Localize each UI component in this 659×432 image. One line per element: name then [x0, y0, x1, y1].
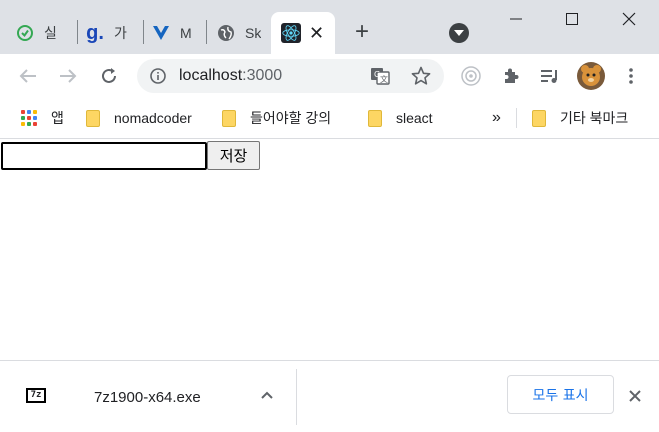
- forward-arrow-icon[interactable]: [54, 62, 82, 90]
- tab-1[interactable]: 실: [16, 12, 74, 54]
- tab-separator: [77, 20, 78, 44]
- bookmark-folder-lectures[interactable]: 들어야할 강의: [222, 107, 331, 129]
- bookmark-folder-sleact[interactable]: sleact: [368, 107, 433, 129]
- back-arrow-icon[interactable]: [14, 62, 42, 90]
- toolbar: localhost:3000 G文: [0, 54, 659, 98]
- extension-target-icon[interactable]: [457, 62, 485, 90]
- tab-strip: 실 g. 가 M Sk ✕ +: [0, 0, 659, 54]
- tab-title: 실: [44, 25, 57, 41]
- tab-title: Sk: [245, 25, 262, 41]
- save-button[interactable]: 저장: [207, 141, 260, 170]
- bookmarks-bar: 앱 nomadcoder 들어야할 강의 sleact » 기타 북마크: [0, 98, 659, 139]
- star-bookmark-icon[interactable]: [411, 66, 431, 89]
- folder-icon: [222, 109, 236, 127]
- folder-icon: [532, 109, 546, 127]
- bookmark-folder-other[interactable]: 기타 북마크: [532, 107, 628, 129]
- tab-search-icon[interactable]: [449, 23, 469, 43]
- close-tab-icon[interactable]: ✕: [309, 23, 324, 44]
- download-shelf: 7z 7z1900-x64.exe 모두 표시: [0, 360, 659, 432]
- v-logo-icon: [152, 24, 170, 42]
- maximize-button[interactable]: [544, 0, 600, 38]
- reload-icon[interactable]: [95, 62, 123, 90]
- bookmarks-overflow-button[interactable]: »: [492, 107, 501, 129]
- close-window-button[interactable]: [601, 0, 657, 38]
- bookmark-label: 앱: [51, 110, 64, 126]
- new-tab-button[interactable]: +: [350, 18, 374, 46]
- tab-separator: [206, 20, 207, 44]
- tab-2[interactable]: g. 가: [86, 12, 140, 54]
- bookmark-folder-nomadcoder[interactable]: nomadcoder: [86, 107, 192, 129]
- tab-4[interactable]: Sk: [217, 12, 267, 54]
- bookmark-label: sleact: [396, 110, 433, 126]
- bookmark-label: 기타 북마크: [560, 110, 629, 126]
- page-content: 저장: [0, 140, 659, 360]
- archive-file-icon: 7z: [26, 388, 46, 403]
- react-icon: [281, 23, 301, 43]
- g-logo-icon: g.: [86, 22, 104, 44]
- folder-icon: [86, 109, 100, 127]
- text-input[interactable]: [1, 142, 207, 170]
- globe-icon: [217, 24, 235, 42]
- extensions-puzzle-icon[interactable]: [497, 62, 525, 90]
- bookmarks-divider: [516, 108, 517, 128]
- show-all-button[interactable]: 모두 표시: [507, 375, 614, 414]
- media-queue-icon[interactable]: [536, 62, 564, 90]
- chevron-up-icon[interactable]: [257, 385, 277, 405]
- avatar[interactable]: [576, 61, 606, 91]
- tab-separator: [143, 20, 144, 44]
- download-filename[interactable]: 7z1900-x64.exe: [94, 389, 201, 406]
- bookmark-apps[interactable]: 앱: [21, 107, 64, 129]
- tab-3[interactable]: M: [152, 12, 202, 54]
- bookmark-label: nomadcoder: [114, 110, 192, 126]
- minimize-button[interactable]: [488, 0, 544, 38]
- svg-text:文: 文: [380, 74, 388, 84]
- url-text: localhost:3000: [179, 67, 283, 84]
- address-bar[interactable]: localhost:3000 G文: [137, 59, 444, 93]
- bookmark-label: 들어야할 강의: [250, 110, 332, 126]
- tab-title: 가: [114, 25, 127, 41]
- folder-icon: [368, 109, 382, 127]
- info-icon[interactable]: [150, 68, 166, 87]
- tab-title: M: [180, 25, 192, 41]
- green-circle-icon: [16, 24, 34, 42]
- translate-icon[interactable]: G文: [370, 67, 390, 88]
- download-divider: [296, 369, 297, 425]
- tab-active[interactable]: ✕: [271, 12, 335, 54]
- apps-grid-icon: [21, 110, 37, 126]
- close-icon[interactable]: [624, 385, 646, 407]
- more-menu-icon[interactable]: [617, 62, 645, 90]
